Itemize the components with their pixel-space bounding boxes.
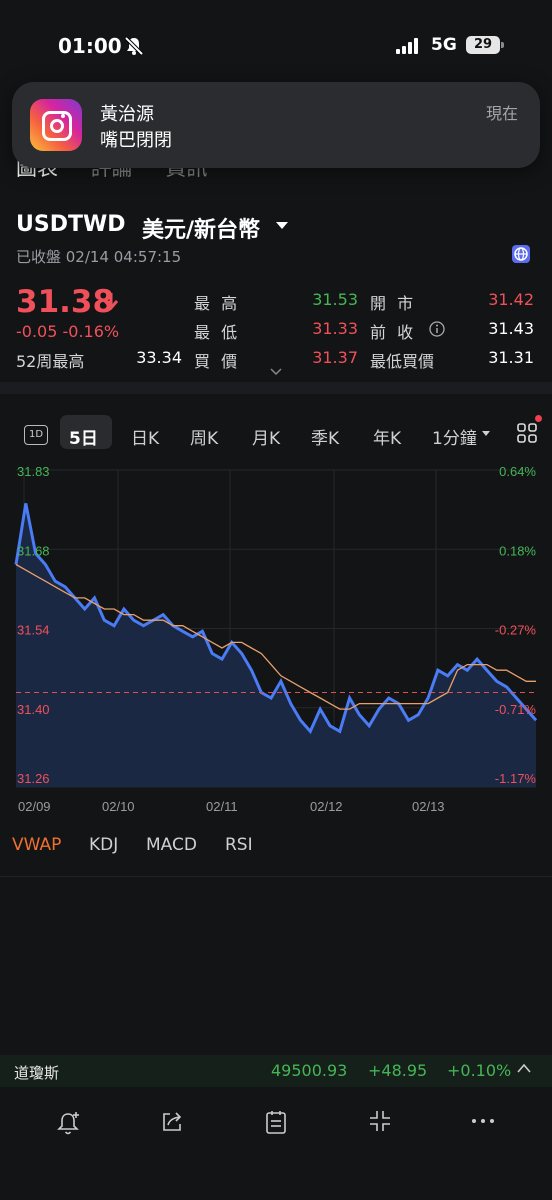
section-divider xyxy=(0,382,552,394)
tab-yearly[interactable]: 年K xyxy=(373,424,401,449)
caret-down-icon[interactable] xyxy=(482,431,490,436)
high-label: 最 高 xyxy=(194,294,241,313)
low-value: 31.33 xyxy=(312,319,358,338)
indicator-rsi[interactable]: RSI xyxy=(225,835,253,855)
ticker-percent: +0.10% xyxy=(447,1061,512,1080)
tab-quarterly[interactable]: 季K xyxy=(311,424,339,449)
instagram-icon xyxy=(30,99,82,151)
chevron-down-icon[interactable] xyxy=(270,368,282,376)
price-chart[interactable]: 31.83 31.68 31.54 31.40 31.26 0.64% 0.18% -0.27… xyxy=(0,458,552,820)
high-value: 31.53 xyxy=(312,290,358,309)
x-tick-label: 02/12 xyxy=(310,799,343,814)
grid-layout-icon[interactable] xyxy=(517,423,537,443)
week52-high-value: 33.34 xyxy=(136,348,182,367)
last-price: 31.38 xyxy=(16,284,115,320)
prev-close-value: 31.43 xyxy=(488,319,534,338)
y-tick-label: 31.40 xyxy=(17,702,50,717)
indicator-kdj[interactable]: KDJ xyxy=(89,835,118,855)
caret-down-icon[interactable] xyxy=(276,222,288,229)
ticker-change: +48.95 xyxy=(368,1061,428,1080)
prev-close-label: 前 收 xyxy=(370,323,417,342)
market-status: 已收盤 02/14 04:57:15 xyxy=(16,248,182,266)
y-tick-label: 31.68 xyxy=(17,543,50,558)
alert-add-icon[interactable] xyxy=(56,1110,82,1136)
bid-label: 買 價 xyxy=(194,352,241,371)
info-icon[interactable] xyxy=(429,321,445,337)
bottom-toolbar xyxy=(0,1088,552,1200)
symbol-name[interactable]: 美元/新台幣 xyxy=(142,212,260,244)
tab-weekly[interactable]: 周K xyxy=(190,424,218,449)
notification-body: 嘴巴閉閉 xyxy=(100,130,172,151)
notification-time: 現在 xyxy=(485,104,518,123)
tab-1min[interactable]: 1分鐘 xyxy=(432,424,477,449)
tab-daily[interactable]: 日K xyxy=(131,424,159,449)
share-icon[interactable] xyxy=(160,1110,184,1134)
notification-dot xyxy=(535,415,542,422)
y-tick-label: 31.83 xyxy=(17,464,50,479)
collapse-icon[interactable] xyxy=(368,1109,392,1133)
tab-5d[interactable]: 5日 xyxy=(69,424,98,449)
x-tick-label: 02/09 xyxy=(18,799,51,814)
pct-tick-label: 0.64% xyxy=(499,464,536,479)
tab-1d[interactable]: 1D xyxy=(24,425,48,445)
y-tick-label: 31.54 xyxy=(17,623,50,638)
network-type: 5G xyxy=(431,35,457,55)
status-time: 01:00 xyxy=(58,34,122,58)
pct-tick-label: -1.17% xyxy=(495,771,537,786)
open-value: 31.42 xyxy=(488,290,534,309)
symbol-code[interactable]: USDTWD xyxy=(16,212,126,237)
indicator-vwap[interactable]: VWAP xyxy=(12,835,61,855)
x-tick-label: 02/10 xyxy=(102,799,135,814)
low-label: 最 低 xyxy=(194,323,241,342)
min-bid-label: 最低買價 xyxy=(370,352,435,371)
notification-banner[interactable]: 黃治源 嘴巴閉閉 現在 xyxy=(12,82,540,168)
bell-muted-icon xyxy=(124,36,144,56)
battery-icon: 29 xyxy=(466,36,500,54)
notification-title: 黃治源 xyxy=(100,104,154,125)
chevron-up-icon[interactable] xyxy=(516,1062,532,1074)
ticker-value: 49500.93 xyxy=(271,1061,348,1080)
pct-tick-label: -0.71% xyxy=(495,702,537,717)
y-tick-label: 31.26 xyxy=(17,771,50,786)
bid-value: 31.37 xyxy=(312,348,358,367)
week52-high-label: 52周最高 xyxy=(16,352,85,371)
notes-icon[interactable] xyxy=(264,1109,288,1135)
x-tick-label: 02/11 xyxy=(206,799,238,814)
divider xyxy=(0,876,552,877)
price-area xyxy=(16,503,536,787)
pct-tick-label: -0.27% xyxy=(495,623,537,638)
open-label: 開 市 xyxy=(370,294,417,313)
ticker-name: 道瓊斯 xyxy=(14,1064,60,1082)
tab-monthly[interactable]: 月K xyxy=(252,424,280,449)
globe-icon[interactable] xyxy=(512,245,530,263)
indicator-macd[interactable]: MACD xyxy=(146,835,197,855)
min-bid-value: 31.31 xyxy=(488,348,534,367)
arrow-down-icon xyxy=(104,293,118,310)
more-icon[interactable] xyxy=(471,1118,495,1124)
price-change: -0.05 -0.16% xyxy=(16,322,120,341)
x-tick-label: 02/13 xyxy=(412,799,445,814)
signal-icon xyxy=(396,38,418,54)
battery-tip xyxy=(501,42,504,48)
pct-tick-label: 0.18% xyxy=(499,543,536,558)
